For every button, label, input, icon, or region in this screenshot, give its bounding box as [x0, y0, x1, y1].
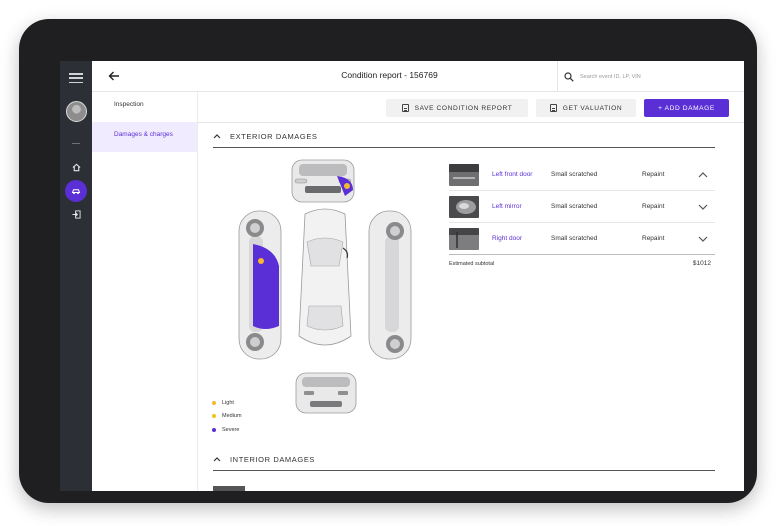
damage-row[interactable]: Right door Small scratched Repaint: [449, 223, 715, 255]
medium-dot-icon: [212, 414, 216, 419]
page-title: Condition report - 156769: [341, 70, 438, 80]
damage-part-link[interactable]: Left front door: [492, 171, 552, 178]
save-condition-report-button[interactable]: SAVE CONDITION REPORT: [386, 99, 528, 117]
car-rear-view[interactable]: [294, 371, 358, 415]
nav-item-inspection[interactable]: Inspection: [92, 92, 197, 122]
severe-dot-icon: [212, 427, 216, 432]
mirror-photo-icon[interactable]: [449, 195, 479, 218]
damage-severity: Small scratched: [551, 203, 598, 210]
car-damage-icon[interactable]: [65, 180, 87, 202]
nav-rail: [60, 61, 92, 491]
subtotal-label: Estimated subtotal: [449, 261, 495, 267]
exterior-damages-header: EXTERIOR DAMAGES: [213, 126, 715, 148]
legend-label: Medium: [222, 413, 242, 420]
chevron-up-icon[interactable]: [697, 170, 709, 180]
add-damage-button[interactable]: + ADD DAMAGE: [644, 99, 729, 117]
legend-severe: Severe: [212, 423, 242, 437]
get-valuation-button[interactable]: GET VALUATION: [536, 99, 636, 117]
severity-legend: Light Medium Severe: [212, 396, 242, 437]
top-bar: Condition report - 156769: [92, 61, 744, 92]
interior-damages-header: INTERIOR DAMAGES: [213, 449, 715, 471]
search-input[interactable]: [580, 73, 730, 80]
chevron-up-icon[interactable]: [213, 455, 223, 464]
section-nav: Inspection Damages & charges: [92, 92, 198, 491]
legend-label: Light: [222, 399, 234, 406]
app-screen: Condition report - 156769 Inspection Dam…: [60, 61, 744, 491]
damage-part-link[interactable]: Left mirror: [492, 203, 552, 210]
damage-row[interactable]: Left mirror Small scratched Repaint: [449, 191, 715, 223]
damage-action: Repaint: [642, 203, 665, 210]
login-icon[interactable]: [68, 206, 84, 222]
back-arrow-icon[interactable]: [108, 69, 122, 83]
search-box[interactable]: [557, 61, 744, 92]
action-bar: SAVE CONDITION REPORT GET VALUATION + AD…: [198, 92, 744, 123]
legend-light: Light: [212, 396, 242, 410]
damage-action: Repaint: [642, 171, 665, 178]
car-right-side-view: [368, 210, 412, 360]
damage-part-link[interactable]: Right door: [492, 235, 552, 242]
document-icon: [401, 104, 409, 112]
damage-severity: Small scratched: [551, 171, 598, 178]
rail-divider: [72, 143, 80, 144]
damage-action: Repaint: [642, 235, 665, 242]
car-front-view: [291, 159, 355, 203]
avatar[interactable]: [66, 101, 87, 122]
interior-photo-thumbnail[interactable]: [213, 486, 245, 491]
damage-row[interactable]: Left front door Small scratched Repaint: [449, 159, 715, 191]
car-top-view: [298, 208, 352, 346]
subtotal-row: Estimated subtotal $1012: [449, 254, 715, 274]
car-left-side-view: [238, 210, 282, 360]
door-photo-icon[interactable]: [449, 163, 479, 186]
exterior-damages-title: EXTERIOR DAMAGES: [230, 132, 318, 141]
light-dot-icon: [212, 400, 216, 405]
nav-item-damages-charges[interactable]: Damages & charges: [92, 122, 197, 152]
valuation-button-label: GET VALUATION: [562, 104, 623, 112]
search-icon: [564, 71, 574, 82]
subtotal-value: $1012: [692, 260, 711, 267]
hamburger-menu-icon[interactable]: [69, 73, 83, 84]
interior-damages-title: INTERIOR DAMAGES: [230, 455, 316, 464]
car-damage-diagram[interactable]: [235, 156, 415, 371]
legend-medium: Medium: [212, 410, 242, 424]
door-photo-icon[interactable]: [449, 227, 479, 250]
home-icon[interactable]: [68, 159, 84, 175]
chevron-up-icon[interactable]: [213, 132, 223, 141]
chevron-down-icon[interactable]: [697, 202, 709, 212]
tablet-frame: Condition report - 156769 Inspection Dam…: [19, 19, 757, 503]
save-button-label: SAVE CONDITION REPORT: [414, 104, 513, 112]
damage-list: Left front door Small scratched Repaint …: [449, 159, 715, 274]
document-icon: [549, 104, 557, 112]
chevron-down-icon[interactable]: [697, 234, 709, 244]
damage-severity: Small scratched: [551, 235, 598, 242]
legend-label: Severe: [222, 426, 240, 433]
